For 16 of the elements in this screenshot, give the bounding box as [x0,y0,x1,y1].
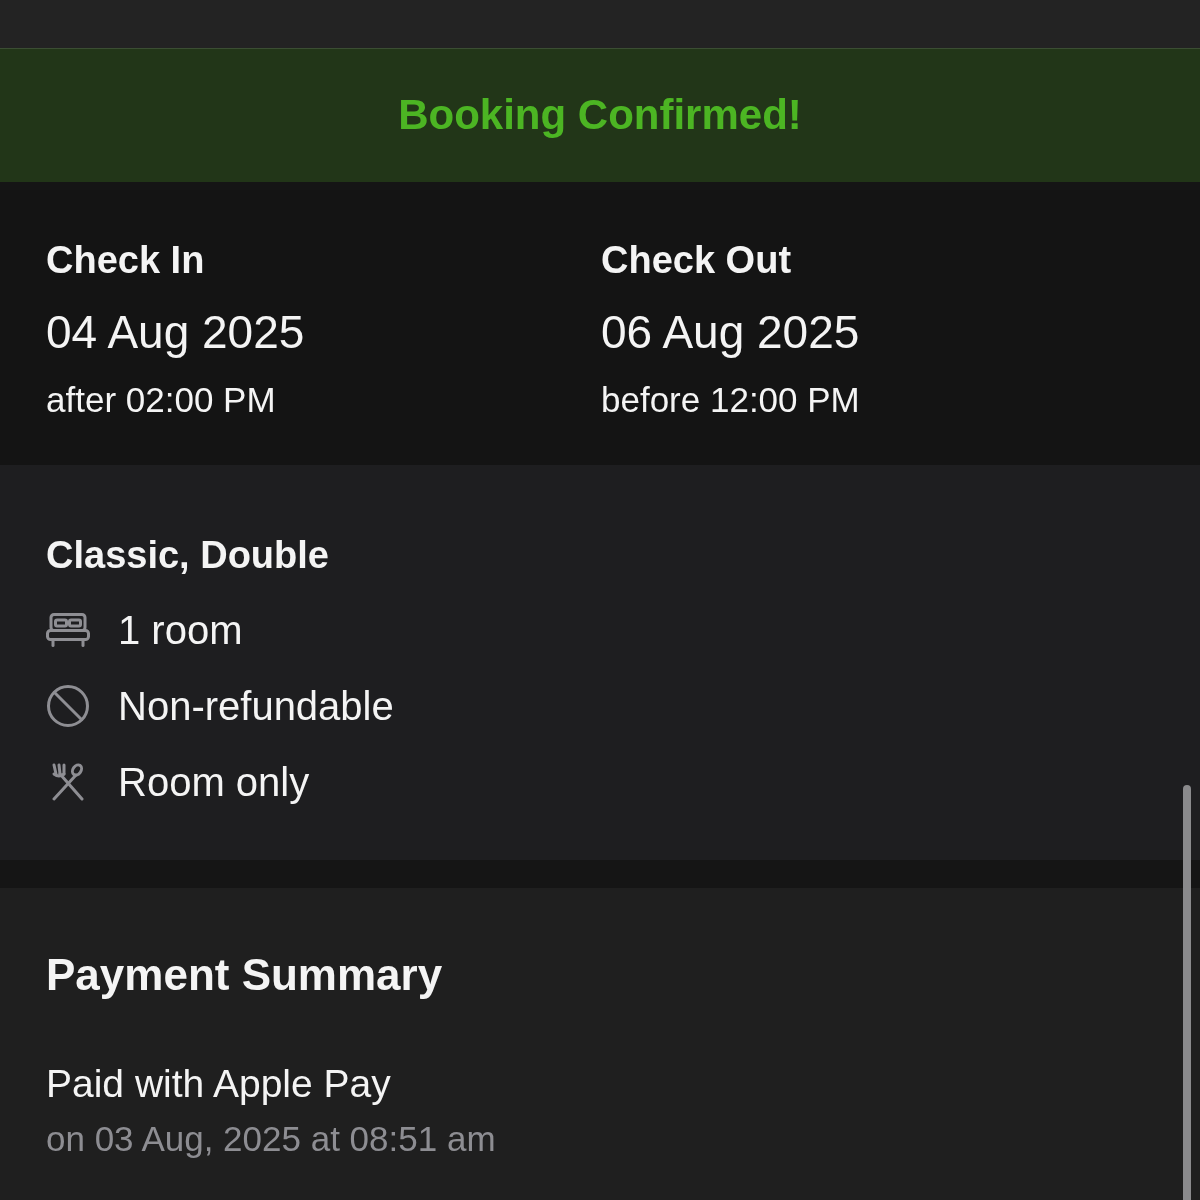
payment-date: on 03 Aug, 2025 at 08:51 am [46,1118,497,1160]
date-value: 06 Aug 2025 [601,305,861,360]
time-note: before 12:00 PM [601,379,861,421]
feature-text: Room only [118,759,310,806]
date-value: 04 Aug 2025 [46,305,306,360]
feature-text: Non-refundable [118,683,394,730]
feature-text: 1 room [118,607,243,654]
date-label: Check In [46,238,206,283]
date-label: Check Out [601,238,793,283]
confirmation-title: Booking Confirmed! [398,89,802,140]
payment-method: Paid with Apple Pay [46,1061,392,1107]
time-note: after 02:00 PM [46,379,277,421]
bed-icon [46,613,90,647]
room-title: Classic, Double [46,533,330,578]
prohibited-icon [46,684,90,728]
section-title: Payment Summary [46,949,444,1001]
